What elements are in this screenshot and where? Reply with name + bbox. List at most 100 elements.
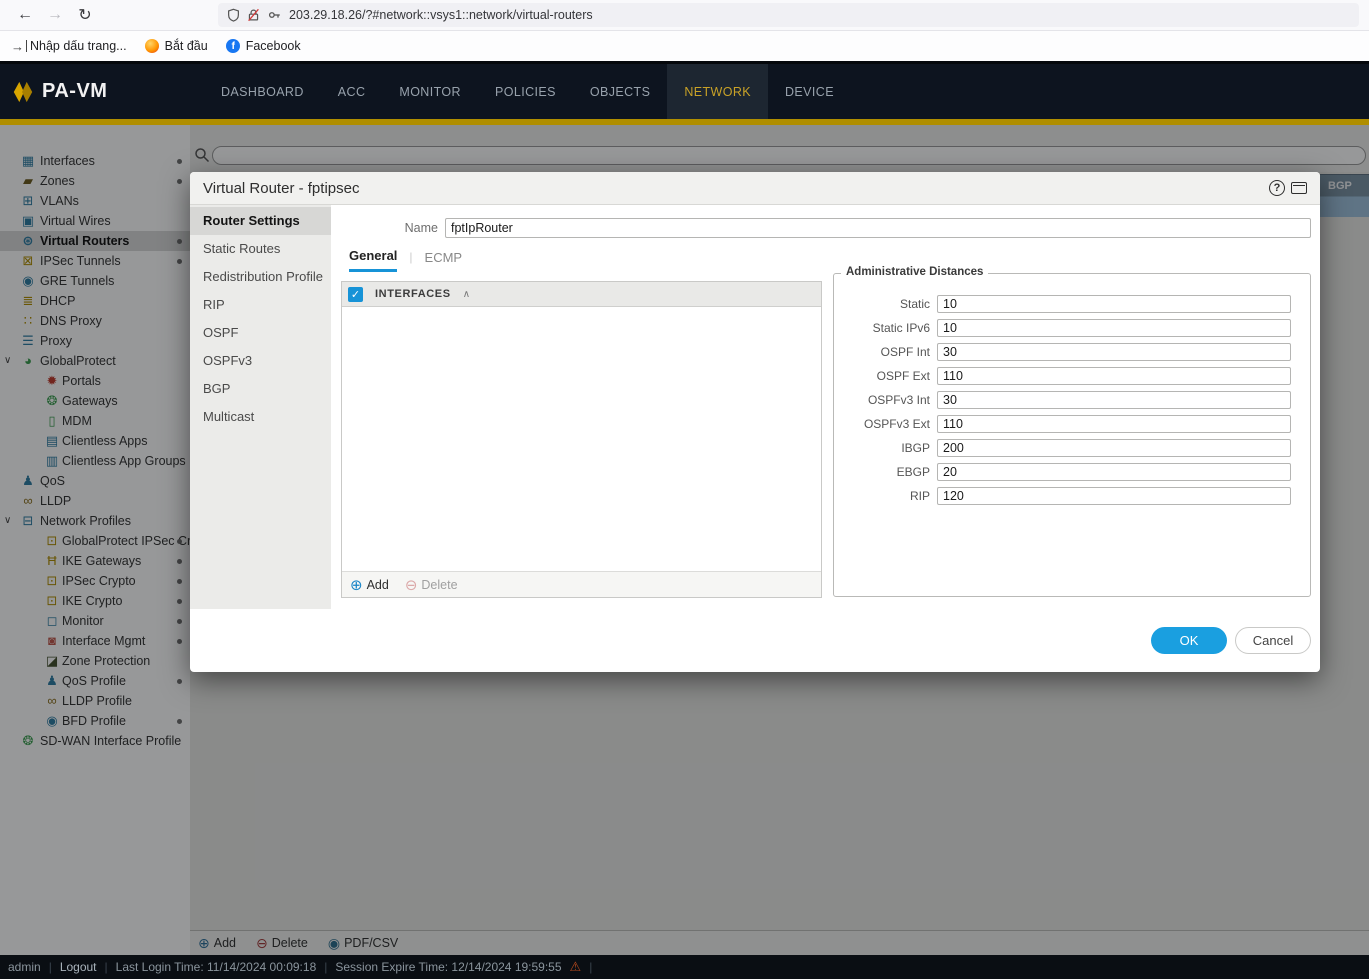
sidebar-item-ike-crypto[interactable]: ⊡IKE Crypto (0, 591, 190, 611)
admin-distance-label-ospfv3-ext: OSPFv3 Ext (834, 417, 937, 431)
chevron-down-icon[interactable]: ∨ (4, 511, 11, 531)
insecure-lock-icon[interactable] (247, 8, 260, 22)
interfaces-list[interactable] (342, 307, 821, 571)
sidebar-item-network-profiles[interactable]: ∨⊟Network Profiles (0, 511, 190, 531)
dialog-title: Virtual Router - fptipsec (203, 180, 359, 197)
sidebar-item-gre-tunnels[interactable]: ◉GRE Tunnels (0, 271, 190, 291)
bookmark-label: Nhập dấu trang... (30, 39, 127, 53)
sidebar-item-label: IKE Gateways (62, 551, 141, 571)
sidebar-item-label: LLDP Profile (62, 691, 132, 711)
pdf-csv-button[interactable]: ◉PDF/CSV (328, 935, 398, 952)
cancel-button[interactable]: Cancel (1235, 627, 1311, 654)
sidebar-item-interfaces[interactable]: ▦Interfaces (0, 151, 190, 171)
sidebar-item-clientless-app-groups[interactable]: ▥Clientless App Groups (0, 451, 190, 471)
sidebar-item-interface-mgmt[interactable]: ◙Interface Mgmt (0, 631, 190, 651)
sidebar-item-dns-proxy[interactable]: ∷DNS Proxy (0, 311, 190, 331)
nav-tab-monitor[interactable]: MONITOR (382, 64, 478, 119)
sidebar-item-label: Interfaces (40, 151, 95, 171)
sidebar-item-zone-protection[interactable]: ◪Zone Protection (0, 651, 190, 671)
nav-tab-acc[interactable]: ACC (321, 64, 383, 119)
browser-forward-button[interactable]: → (40, 6, 70, 24)
sidebar-item-ipsec-tunnels[interactable]: ⊠IPSec Tunnels (0, 251, 190, 271)
help-icon[interactable]: ? (1269, 180, 1285, 196)
ok-button[interactable]: OK (1151, 627, 1227, 654)
sidebar-item-portals[interactable]: ✹Portals (0, 371, 190, 391)
chevron-down-icon[interactable]: ∨ (4, 351, 11, 371)
dialog-menu-item-multicast[interactable]: Multicast (190, 403, 331, 431)
logout-link[interactable]: Logout (60, 960, 97, 974)
monitor-icon: ◻ (44, 611, 60, 631)
sidebar-item-vlans[interactable]: ⊞VLANs (0, 191, 190, 211)
sidebar-item-virtual-wires[interactable]: ▣Virtual Wires (0, 211, 190, 231)
sidebar-item-ipsec-crypto[interactable]: ⊡IPSec Crypto (0, 571, 190, 591)
chevron-up-icon[interactable]: ∧ (463, 289, 470, 300)
interfaces-delete-button[interactable]: ⊖Delete (405, 576, 458, 594)
dialog-menu-item-router-settings[interactable]: Router Settings (190, 207, 331, 235)
sidebar-item-lldp[interactable]: ∞LLDP (0, 491, 190, 511)
sidebar-item-sdwan-interface-profile[interactable]: ❂SD-WAN Interface Profile (0, 731, 190, 751)
nav-tab-network[interactable]: NETWORK (667, 64, 768, 119)
status-dot (177, 239, 182, 244)
dialog-buttons: OK Cancel (1151, 627, 1311, 654)
admin-distance-input-rip[interactable] (937, 487, 1291, 505)
admin-distance-input-ibgp[interactable] (937, 439, 1291, 457)
admin-distance-input-static[interactable] (937, 295, 1291, 313)
admin-distance-input-ospf-ext[interactable] (937, 367, 1291, 385)
sidebar-item-globalprotect-ipsec-crypto[interactable]: ⊡GlobalProtect IPSec Crypto (0, 531, 190, 551)
background-table-selected-row (1320, 196, 1369, 217)
nav-tab-dashboard[interactable]: DASHBOARD (204, 64, 321, 119)
bookmark-get-started[interactable]: Bắt đầu (145, 39, 208, 54)
dialog-menu-item-bgp[interactable]: BGP (190, 375, 331, 403)
delete-virtual-router-button[interactable]: ⊖Delete (256, 935, 308, 952)
browser-back-button[interactable]: ← (10, 6, 40, 24)
admin-distance-input-static-ipv6[interactable] (937, 319, 1291, 337)
interfaces-panel: ✓ INTERFACES ∧ ⊕Add ⊖Delete (341, 281, 822, 598)
sidebar-item-proxy[interactable]: ☰Proxy (0, 331, 190, 351)
interfaces-add-button[interactable]: ⊕Add (350, 576, 389, 594)
url-bar[interactable]: 203.29.18.26/?#network::vsys1::network/v… (218, 3, 1359, 27)
sidebar-item-clientless-apps[interactable]: ▤Clientless Apps (0, 431, 190, 451)
sidebar-item-label: Portals (62, 371, 101, 391)
admin-distance-input-ospfv3-ext[interactable] (937, 415, 1291, 433)
admin-distance-input-ebgp[interactable] (937, 463, 1291, 481)
collapse-window-icon[interactable] (1291, 182, 1307, 194)
dialog-menu-item-rip[interactable]: RIP (190, 291, 331, 319)
sidebar-item-label: Monitor (62, 611, 104, 631)
shield-icon[interactable] (227, 8, 240, 22)
dialog-tab-ecmp[interactable]: ECMP (425, 250, 463, 271)
add-icon: ⊕ (350, 576, 363, 594)
bookmark-facebook[interactable]: fFacebook (226, 39, 301, 54)
administrative-distances-legend: Administrative Distances (841, 266, 988, 278)
sidebar-item-globalprotect[interactable]: ∨◕GlobalProtect (0, 351, 190, 371)
sidebar-item-qos[interactable]: ♟QoS (0, 471, 190, 491)
nav-tab-objects[interactable]: OBJECTS (573, 64, 667, 119)
search-input[interactable] (212, 146, 1366, 165)
sidebar-item-bfd-profile[interactable]: ◉BFD Profile (0, 711, 190, 731)
browser-reload-button[interactable]: ↻ (70, 5, 100, 25)
sidebar-item-lldp-profile[interactable]: ∞LLDP Profile (0, 691, 190, 711)
sidebar-item-gateways[interactable]: ❂Gateways (0, 391, 190, 411)
sidebar-item-mdm[interactable]: ▯MDM (0, 411, 190, 431)
dialog-tab-general[interactable]: General (349, 248, 397, 272)
key-icon[interactable] (267, 8, 282, 22)
router-name-input[interactable] (445, 218, 1311, 238)
add-virtual-router-button[interactable]: ⊕Add (198, 935, 236, 952)
sidebar-item-qos-profile[interactable]: ♟QoS Profile (0, 671, 190, 691)
dialog-menu-item-static-routes[interactable]: Static Routes (190, 235, 331, 263)
sidebar-item-monitor[interactable]: ◻Monitor (0, 611, 190, 631)
nav-tab-policies[interactable]: POLICIES (478, 64, 573, 119)
sidebar-item-label: IPSec Tunnels (40, 251, 121, 271)
admin-distance-input-ospfv3-int[interactable] (937, 391, 1291, 409)
nav-tab-device[interactable]: DEVICE (768, 64, 851, 119)
dialog-menu-item-ospfv3[interactable]: OSPFv3 (190, 347, 331, 375)
admin-distance-input-ospf-int[interactable] (937, 343, 1291, 361)
sidebar-item-zones[interactable]: ▰Zones (0, 171, 190, 191)
sidebar-item-dhcp[interactable]: ≣DHCP (0, 291, 190, 311)
interfaces-select-all-checkbox[interactable]: ✓ (348, 287, 363, 302)
bookmark-import-bookmarks[interactable]: →Nhập dấu trang... (10, 39, 127, 54)
dialog-menu-item-ospf[interactable]: OSPF (190, 319, 331, 347)
status-dot (177, 639, 182, 644)
sidebar-item-ike-gateways[interactable]: ĦIKE Gateways (0, 551, 190, 571)
sidebar-item-virtual-routers[interactable]: ⊛Virtual Routers (0, 231, 190, 251)
dialog-menu-item-redistribution-profile[interactable]: Redistribution Profile (190, 263, 331, 291)
